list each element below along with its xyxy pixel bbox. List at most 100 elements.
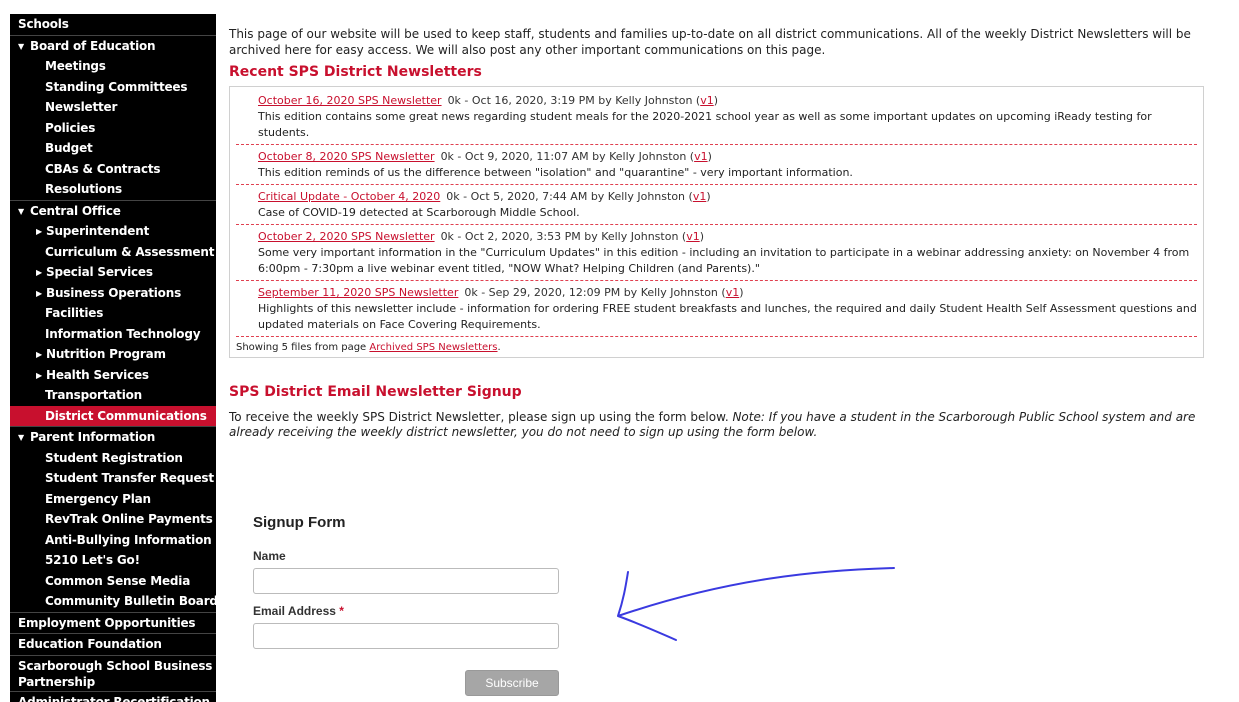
- newsletter-link[interactable]: October 2, 2020 SPS Newsletter: [258, 230, 435, 243]
- sidebar-item[interactable]: Schools: [10, 14, 216, 35]
- sidebar-item[interactable]: ▶ Health Services: [10, 365, 216, 386]
- entry-meta: 0k - Oct 9, 2020, 11:07 AM by Kelly John…: [441, 150, 712, 163]
- email-input[interactable]: [253, 623, 559, 649]
- sidebar-item-label: Facilities: [45, 306, 104, 320]
- entry-meta-text: 0k - Sep 29, 2020, 12:09 PM by Kelly Joh…: [464, 286, 726, 299]
- name-input[interactable]: [253, 568, 559, 594]
- entry-meta-close: ): [699, 230, 705, 243]
- recent-newsletters-title: Recent SPS District Newsletters: [229, 64, 482, 80]
- sidebar-item[interactable]: Scarborough School Business Partnership: [10, 654, 216, 691]
- sidebar-item[interactable]: Transportation: [10, 385, 216, 406]
- sidebar-item[interactable]: Employment Opportunities: [10, 611, 216, 634]
- sidebar-item-label: Scarborough School Business Partnership: [18, 658, 213, 689]
- entry-meta: 0k - Sep 29, 2020, 12:09 PM by Kelly Joh…: [464, 286, 743, 299]
- sidebar-item[interactable]: ▼ Central Office: [10, 199, 216, 223]
- sidebar-item[interactable]: Student Registration: [10, 448, 216, 469]
- sidebar-item-label: Anti-Bullying Information: [45, 532, 212, 547]
- sidebar-item[interactable]: Budget: [10, 138, 216, 159]
- sidebar-item-label: Common Sense Media: [45, 573, 191, 588]
- subscribe-button[interactable]: Subscribe: [465, 670, 559, 696]
- sidebar-item-label: Administrator Recertification: [18, 694, 210, 702]
- sidebar-item-label: Business Operations: [46, 285, 182, 300]
- sidebar-item[interactable]: ▶ Business Operations: [10, 283, 216, 304]
- sidebar-item-label: Newsletter: [45, 100, 118, 114]
- sidebar-item-label: Health Services: [46, 367, 149, 382]
- sidebar-item[interactable]: District Communications: [10, 405, 216, 426]
- sidebar-item[interactable]: RevTrak Online Payments: [10, 509, 216, 530]
- sidebar-item[interactable]: 5210 Let's Go!: [10, 550, 216, 571]
- newsletter-entry: September 11, 2020 SPS Newsletter 0k - Se…: [236, 281, 1197, 337]
- sidebar-item[interactable]: Newsletter: [10, 97, 216, 118]
- sidebar-item-label: Standing Committees: [45, 79, 188, 94]
- entry-meta-text: 0k - Oct 5, 2020, 7:44 AM by Kelly Johns…: [446, 190, 693, 203]
- version-link[interactable]: v1: [686, 230, 700, 243]
- expand-triangle-icon[interactable]: ▼: [18, 37, 30, 58]
- sidebar-item[interactable]: ▶ Superintendent: [10, 221, 216, 242]
- entry-meta-text: 0k - Oct 2, 2020, 3:53 PM by Kelly Johns…: [440, 230, 687, 243]
- entry-description: Case of COVID-19 detected at Scarborough…: [258, 206, 580, 219]
- collapsed-arrow-icon[interactable]: ▶: [36, 366, 46, 387]
- sidebar-item[interactable]: ▼ Board of Education: [10, 34, 216, 58]
- collapsed-arrow-icon[interactable]: ▶: [36, 345, 46, 366]
- sidebar-item-label: Employment Opportunities: [18, 615, 196, 630]
- showing-prefix: Showing 5 files from page: [236, 342, 370, 353]
- sidebar-item[interactable]: CBAs & Contracts: [10, 159, 216, 180]
- expand-triangle-icon[interactable]: ▼: [18, 202, 30, 223]
- newsletter-link[interactable]: Critical Update - October 4, 2020: [258, 190, 440, 203]
- newsletter-entry: October 2, 2020 SPS Newsletter 0k - Oct 2…: [236, 225, 1197, 281]
- sidebar-item-label: Superintendent: [46, 224, 150, 238]
- collapsed-arrow-icon[interactable]: ▶: [36, 263, 46, 284]
- sidebar-item[interactable]: ▶ Nutrition Program: [10, 344, 216, 365]
- sidebar-item-label: Education Foundation: [18, 637, 162, 651]
- email-label-text: Email Address: [253, 604, 336, 618]
- sidebar-item[interactable]: Common Sense Media: [10, 571, 216, 592]
- newsletter-link[interactable]: September 11, 2020 SPS Newsletter: [258, 286, 458, 299]
- entry-header: October 2, 2020 SPS Newsletter 0k - Oct 2…: [258, 229, 1197, 245]
- entry-meta-close: ): [713, 94, 719, 107]
- sidebar-item[interactable]: Resolutions: [10, 179, 216, 200]
- newsletter-link[interactable]: October 8, 2020 SPS Newsletter: [258, 150, 435, 163]
- sidebar-item[interactable]: Community Bulletin Board: [10, 591, 216, 612]
- sidebar-item[interactable]: Anti-Bullying Information: [10, 530, 216, 551]
- sidebar-item[interactable]: Education Foundation: [10, 633, 216, 655]
- sidebar-item[interactable]: Administrator Recertification: [10, 690, 216, 702]
- sidebar-item[interactable]: Student Transfer Request: [10, 468, 216, 489]
- version-link[interactable]: v1: [694, 150, 708, 163]
- entry-meta: 0k - Oct 5, 2020, 7:44 AM by Kelly Johns…: [446, 190, 710, 203]
- entry-meta-close: ): [706, 190, 711, 203]
- sidebar-item-label: Policies: [45, 120, 96, 135]
- signup-section-title: SPS District Email Newsletter Signup: [229, 384, 522, 400]
- sidebar-item[interactable]: Policies: [10, 118, 216, 139]
- collapsed-arrow-icon[interactable]: ▶: [36, 222, 46, 243]
- intro-text: This page of our website will be used to…: [229, 27, 1191, 57]
- archived-newsletters-link[interactable]: Archived SPS Newsletters: [369, 342, 497, 353]
- newsletter-entry: Critical Update - October 4, 2020 0k - Oc…: [236, 185, 1197, 225]
- name-label: Name: [253, 549, 593, 563]
- sidebar-item[interactable]: Meetings: [10, 56, 216, 77]
- sidebar-item[interactable]: Emergency Plan: [10, 489, 216, 510]
- sidebar-item[interactable]: Standing Committees: [10, 77, 216, 98]
- sidebar-item[interactable]: ▶ Special Services: [10, 262, 216, 283]
- entry-meta-text: 0k - Oct 9, 2020, 11:07 AM by Kelly John…: [440, 150, 695, 163]
- sidebar-item-label: CBAs & Contracts: [45, 161, 161, 176]
- entry-header: October 8, 2020 SPS Newsletter 0k - Oct 9…: [258, 149, 1197, 165]
- entry-header: September 11, 2020 SPS Newsletter 0k - Se…: [258, 285, 1197, 301]
- required-asterisk: *: [339, 604, 344, 618]
- main-content: This page of our website will be used to…: [229, 26, 1219, 696]
- sidebar-item[interactable]: Facilities: [10, 303, 216, 324]
- version-link[interactable]: v1: [726, 286, 740, 299]
- collapsed-arrow-icon[interactable]: ▶: [36, 284, 46, 305]
- sidebar-item-label: Information Technology: [45, 326, 201, 341]
- version-link[interactable]: v1: [700, 94, 714, 107]
- newsletter-link[interactable]: October 16, 2020 SPS Newsletter: [258, 94, 442, 107]
- sidebar-item[interactable]: Curriculum & Assessment: [10, 242, 216, 263]
- sidebar-item-label: Board of Education: [30, 38, 156, 53]
- sidebar-item-label: Curriculum & Assessment: [45, 244, 215, 259]
- sidebar-nav: Schools ▼ Board of Education Meetings Standi…: [10, 14, 216, 702]
- expand-triangle-icon[interactable]: ▼: [18, 428, 30, 449]
- version-link[interactable]: v1: [693, 190, 707, 203]
- form-title: Signup Form: [253, 514, 346, 531]
- sidebar-item[interactable]: Information Technology: [10, 324, 216, 345]
- sidebar-item[interactable]: ▼ Parent Information: [10, 426, 216, 448]
- entry-meta: 0k - Oct 16, 2020, 3:19 PM by Kelly John…: [448, 94, 718, 107]
